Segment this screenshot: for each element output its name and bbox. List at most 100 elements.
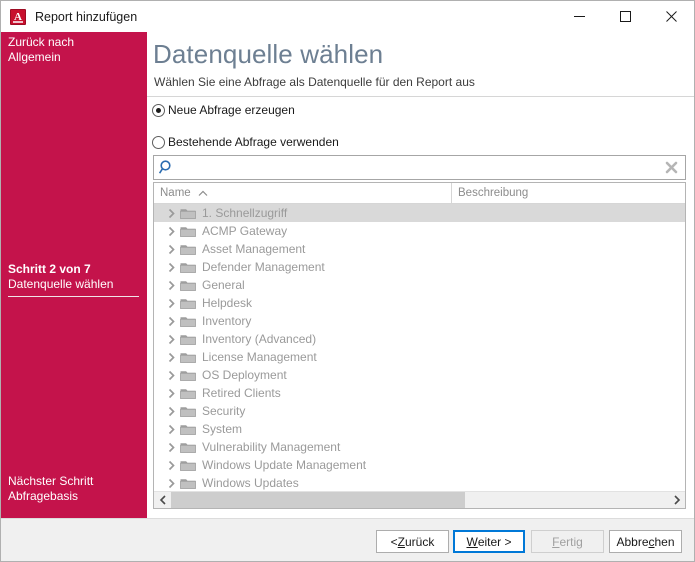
folder-icon (180, 316, 196, 327)
chevron-right-icon (168, 316, 175, 326)
chevron-right-icon (168, 406, 175, 416)
row-label: Inventory (202, 314, 252, 328)
table-row[interactable]: Asset Management (154, 240, 685, 258)
chevron-right-icon (168, 388, 175, 398)
close-icon (665, 11, 677, 22)
table-row[interactable]: Windows Updates (154, 474, 685, 492)
next-step-block: Nächster Schritt Abfragebasis (8, 474, 139, 504)
expand-toggle[interactable] (164, 262, 178, 273)
radio-new-query-mark (152, 103, 165, 117)
folder-icon-wrap (180, 387, 197, 400)
mnemonic-char: W (466, 534, 478, 549)
table-row[interactable]: Helpdesk (154, 294, 685, 312)
clear-icon[interactable] (665, 161, 678, 174)
row-label: General (202, 278, 245, 292)
folder-icon (180, 208, 196, 219)
next-step-name: Abfragebasis (8, 489, 79, 503)
chevron-left-icon (159, 495, 166, 505)
expand-toggle[interactable] (164, 316, 178, 327)
close-button[interactable] (648, 1, 694, 32)
table-row[interactable]: General (154, 276, 685, 294)
wizard-sidebar: Zurück nach Allgemein Schritt 2 von 7 Da… (1, 32, 147, 518)
maximize-button[interactable] (602, 1, 648, 32)
scroll-thumb[interactable] (171, 492, 465, 508)
folder-icon (180, 478, 196, 489)
expand-toggle[interactable] (164, 406, 178, 417)
folder-icon (180, 226, 196, 237)
table-row[interactable]: Inventory (Advanced) (154, 330, 685, 348)
chevron-right-icon (168, 370, 175, 380)
folder-icon (180, 406, 196, 417)
column-header-description-label: Beschreibung (458, 187, 529, 199)
app-icon: A (10, 8, 26, 25)
folder-icon (180, 370, 196, 381)
expand-toggle[interactable] (164, 442, 178, 453)
expand-toggle[interactable] (164, 208, 178, 219)
chevron-right-icon (168, 424, 175, 434)
chevron-right-icon (168, 298, 175, 308)
folder-icon-wrap (180, 297, 197, 310)
folder-icon (180, 262, 196, 273)
table-row[interactable]: Windows Update Management (154, 456, 685, 474)
folder-icon (180, 244, 196, 255)
next-button[interactable]: Weiter > (453, 530, 525, 553)
radio-existing-query[interactable]: Bestehende Abfrage verwenden (152, 135, 339, 149)
expand-toggle[interactable] (164, 334, 178, 345)
cancel-button[interactable]: Abbre c hen (609, 530, 682, 553)
radio-existing-query-mark (152, 135, 165, 149)
row-label: Vulnerability Management (202, 440, 341, 454)
expand-toggle[interactable] (164, 370, 178, 381)
folder-icon (180, 460, 196, 471)
chevron-up-icon (198, 190, 208, 197)
folder-icon-wrap (180, 369, 197, 382)
row-label: 1. Schnellzugriff (202, 206, 288, 220)
table-row[interactable]: Retired Clients (154, 384, 685, 402)
radio-new-query[interactable]: Neue Abfrage erzeugen (152, 103, 295, 117)
chevron-right-icon (168, 262, 175, 272)
search-input[interactable] (179, 159, 665, 176)
row-label: Security (202, 404, 246, 418)
scroll-right-button[interactable] (668, 492, 685, 508)
row-label: Retired Clients (202, 386, 281, 400)
expand-toggle[interactable] (164, 352, 178, 363)
expand-toggle[interactable] (164, 280, 178, 291)
window-controls (556, 1, 694, 32)
expand-toggle[interactable] (164, 388, 178, 399)
column-header-name[interactable]: Name (154, 183, 452, 203)
horizontal-scrollbar[interactable] (154, 491, 685, 508)
row-label: Inventory (Advanced) (202, 332, 317, 346)
back-to-general-link[interactable]: Zurück nach Allgemein (8, 35, 138, 65)
table-row[interactable]: System (154, 420, 685, 438)
folder-icon-wrap (180, 315, 197, 328)
expand-toggle[interactable] (164, 460, 178, 471)
mnemonic-char: c (648, 534, 655, 549)
step-divider (8, 296, 139, 297)
current-step-block: Schritt 2 von 7 Datenquelle wählen (8, 262, 139, 297)
expand-toggle[interactable] (164, 478, 178, 489)
back-button[interactable]: < Zurück (376, 530, 449, 553)
expand-toggle[interactable] (164, 226, 178, 237)
table-row[interactable]: 1. Schnellzugriff (154, 204, 685, 222)
minimize-button[interactable] (556, 1, 602, 32)
back-link-line1: Zurück nach (8, 35, 75, 49)
search-box[interactable] (153, 155, 686, 180)
table-row[interactable]: OS Deployment (154, 366, 685, 384)
back-link-line2: Allgemein (8, 50, 61, 64)
expand-toggle[interactable] (164, 244, 178, 255)
folder-icon-wrap (180, 351, 197, 364)
expand-toggle[interactable] (164, 424, 178, 435)
table-row[interactable]: Security (154, 402, 685, 420)
table-row[interactable]: License Management (154, 348, 685, 366)
table-row[interactable]: Vulnerability Management (154, 438, 685, 456)
folder-icon-wrap (180, 333, 197, 346)
scroll-left-button[interactable] (154, 492, 171, 508)
expand-toggle[interactable] (164, 298, 178, 309)
column-header-description[interactable]: Beschreibung (452, 183, 685, 203)
scroll-track[interactable] (171, 492, 668, 508)
window-title: Report hinzufügen (35, 9, 138, 24)
folder-icon-wrap (180, 279, 197, 292)
table-row[interactable]: Defender Management (154, 258, 685, 276)
table-row[interactable]: Inventory (154, 312, 685, 330)
header-divider (147, 96, 694, 97)
table-row[interactable]: ACMP Gateway (154, 222, 685, 240)
